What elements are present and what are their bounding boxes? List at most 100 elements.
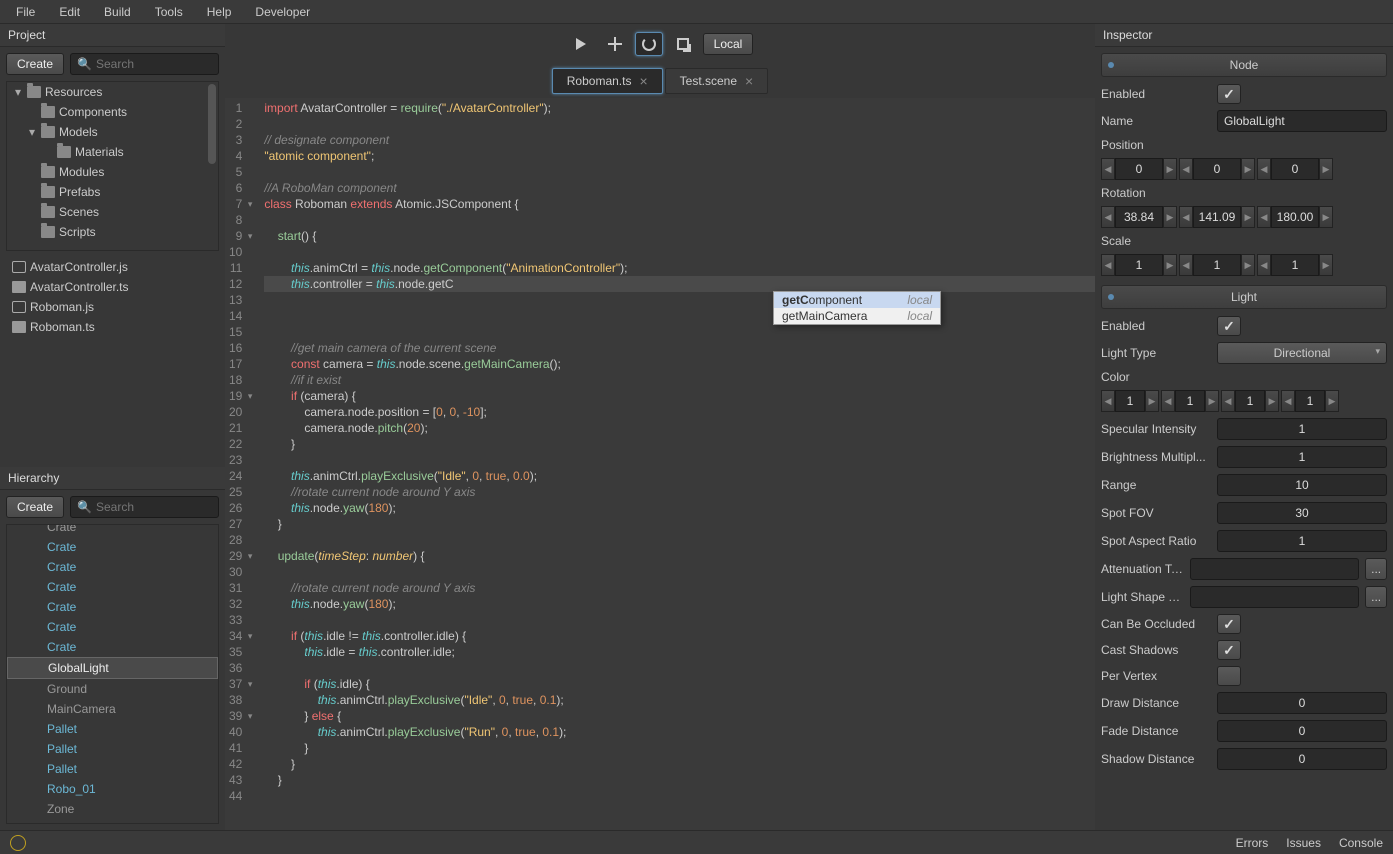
tree-item-scripts[interactable]: Scripts [7, 222, 218, 242]
position-dec[interactable]: ◀ [1257, 158, 1271, 180]
aspect-input[interactable] [1217, 530, 1387, 552]
hierarchy-item-pallet[interactable]: Pallet [7, 739, 218, 759]
rotation-inc[interactable]: ▶ [1241, 206, 1255, 228]
hierarchy-item-robo_01[interactable]: Robo_01 [7, 779, 218, 799]
color-value[interactable]: 1 [1115, 390, 1145, 412]
color-value[interactable]: 1 [1175, 390, 1205, 412]
hierarchy-item-pallet[interactable]: Pallet [7, 719, 218, 739]
scrollbar[interactable] [208, 84, 216, 164]
hierarchy-search-input[interactable] [96, 500, 212, 514]
color-dec[interactable]: ◀ [1161, 390, 1175, 412]
autocomplete-item[interactable]: getComponentlocal [774, 292, 940, 308]
position-value[interactable]: 0 [1193, 158, 1241, 180]
color-value[interactable]: 1 [1235, 390, 1265, 412]
project-create-button[interactable]: Create [6, 53, 64, 75]
scale-value[interactable]: 1 [1193, 254, 1241, 276]
move-tool-button[interactable] [601, 32, 629, 56]
hierarchy-item-globallight[interactable]: GlobalLight [7, 657, 218, 679]
position-value[interactable]: 0 [1271, 158, 1319, 180]
tree-item-materials[interactable]: Materials [7, 142, 218, 162]
attenuation-browse-button[interactable]: ... [1365, 558, 1387, 580]
scale-inc[interactable]: ▶ [1319, 254, 1333, 276]
play-button[interactable] [567, 32, 595, 56]
specular-input[interactable] [1217, 418, 1387, 440]
position-inc[interactable]: ▶ [1163, 158, 1177, 180]
autocomplete-popup[interactable]: getComponentlocalgetMainCameralocal [773, 291, 941, 325]
shadowdist-input[interactable] [1217, 748, 1387, 770]
scale-dec[interactable]: ◀ [1257, 254, 1271, 276]
hierarchy-item-crate[interactable]: Crate [7, 557, 218, 577]
occluded-checkbox[interactable] [1217, 614, 1241, 634]
menu-developer[interactable]: Developer [243, 5, 322, 19]
tab-test-scene[interactable]: Test.scene× [665, 68, 769, 94]
rotation-inc[interactable]: ▶ [1319, 206, 1333, 228]
tree-item-scenes[interactable]: Scenes [7, 202, 218, 222]
light-section-header[interactable]: Light [1101, 285, 1387, 309]
errors-tab[interactable]: Errors [1236, 836, 1269, 850]
project-search[interactable]: 🔍 [70, 53, 219, 75]
local-world-toggle[interactable]: Local [703, 33, 754, 55]
close-icon[interactable]: × [639, 73, 647, 89]
console-tab[interactable]: Console [1339, 836, 1383, 850]
rotation-dec[interactable]: ◀ [1179, 206, 1193, 228]
menu-file[interactable]: File [4, 5, 47, 19]
file-item[interactable]: AvatarController.js [6, 257, 219, 277]
lightshape-input[interactable] [1190, 586, 1359, 608]
menu-edit[interactable]: Edit [47, 5, 92, 19]
lightshape-browse-button[interactable]: ... [1365, 586, 1387, 608]
tree-item-resources[interactable]: ▾Resources [7, 82, 218, 102]
scale-inc[interactable]: ▶ [1241, 254, 1255, 276]
tree-item-models[interactable]: ▾Models [7, 122, 218, 142]
color-dec[interactable]: ◀ [1221, 390, 1235, 412]
tree-item-prefabs[interactable]: Prefabs [7, 182, 218, 202]
color-dec[interactable]: ◀ [1101, 390, 1115, 412]
position-value[interactable]: 0 [1115, 158, 1163, 180]
hierarchy-search[interactable]: 🔍 [70, 496, 219, 518]
fov-input[interactable] [1217, 502, 1387, 524]
color-inc[interactable]: ▶ [1265, 390, 1279, 412]
hierarchy-item-maincamera[interactable]: MainCamera [7, 699, 218, 719]
tree-item-modules[interactable]: Modules [7, 162, 218, 182]
color-dec[interactable]: ◀ [1281, 390, 1295, 412]
menu-help[interactable]: Help [195, 5, 244, 19]
menu-tools[interactable]: Tools [143, 5, 195, 19]
rotation-value[interactable]: 180.00 [1271, 206, 1319, 228]
file-item[interactable]: AvatarController.ts [6, 277, 219, 297]
code-editor[interactable]: 1234567891011121314151617181920212223242… [225, 98, 1095, 830]
scale-value[interactable]: 1 [1271, 254, 1319, 276]
rotation-value[interactable]: 38.84 [1115, 206, 1163, 228]
menu-build[interactable]: Build [92, 5, 143, 19]
position-dec[interactable]: ◀ [1179, 158, 1193, 180]
scale-inc[interactable]: ▶ [1163, 254, 1177, 276]
issues-tab[interactable]: Issues [1286, 836, 1321, 850]
color-inc[interactable]: ▶ [1145, 390, 1159, 412]
tree-item-components[interactable]: Components [7, 102, 218, 122]
hierarchy-item-crate[interactable]: Crate [7, 597, 218, 617]
autocomplete-item[interactable]: getMainCameralocal [774, 308, 940, 324]
hierarchy-item-zone[interactable]: Zone [7, 799, 218, 819]
color-inc[interactable]: ▶ [1205, 390, 1219, 412]
close-icon[interactable]: × [745, 73, 753, 89]
rotation-value[interactable]: 141.09 [1193, 206, 1241, 228]
shadows-checkbox[interactable] [1217, 640, 1241, 660]
light-enabled-checkbox[interactable] [1217, 316, 1241, 336]
scale-tool-button[interactable] [669, 32, 697, 56]
rotate-tool-button[interactable] [635, 32, 663, 56]
light-type-dropdown[interactable]: Directional [1217, 342, 1387, 364]
position-inc[interactable]: ▶ [1319, 158, 1333, 180]
tab-roboman-ts[interactable]: Roboman.ts× [552, 68, 663, 94]
range-input[interactable] [1217, 474, 1387, 496]
node-section-header[interactable]: Node [1101, 53, 1387, 77]
fadedist-input[interactable] [1217, 720, 1387, 742]
project-search-input[interactable] [96, 57, 212, 71]
color-value[interactable]: 1 [1295, 390, 1325, 412]
hierarchy-item-pallet[interactable]: Pallet [7, 759, 218, 779]
scale-value[interactable]: 1 [1115, 254, 1163, 276]
drawdist-input[interactable] [1217, 692, 1387, 714]
rotation-dec[interactable]: ◀ [1101, 206, 1115, 228]
hierarchy-item-crate[interactable]: Crate [7, 617, 218, 637]
brightness-input[interactable] [1217, 446, 1387, 468]
node-enabled-checkbox[interactable] [1217, 84, 1241, 104]
scale-dec[interactable]: ◀ [1101, 254, 1115, 276]
hierarchy-create-button[interactable]: Create [6, 496, 64, 518]
